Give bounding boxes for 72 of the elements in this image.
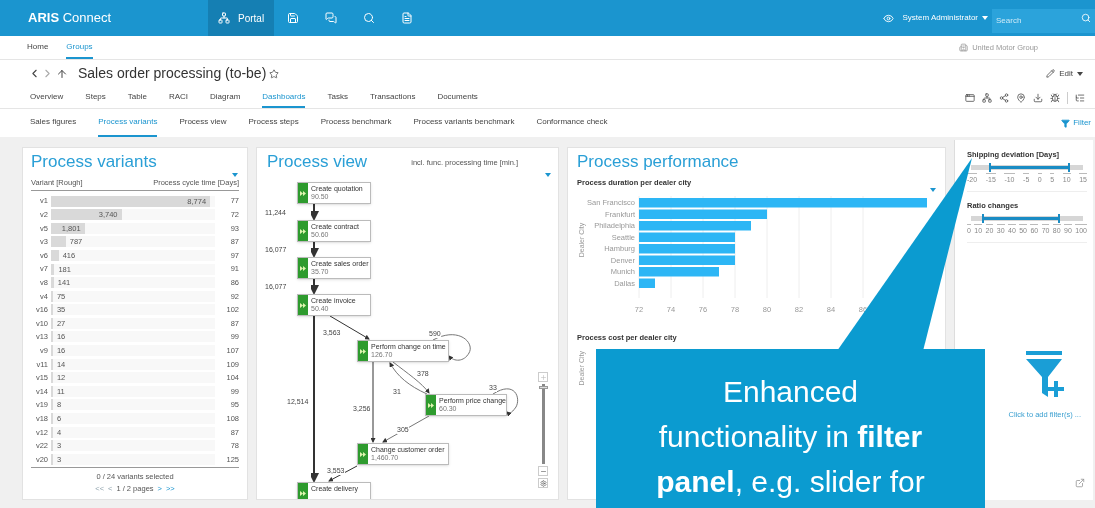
settings-icon xyxy=(539,479,547,487)
page-title: Sales order processing (to-be) xyxy=(78,64,267,83)
caret-icon xyxy=(982,16,988,20)
tab[interactable]: Tasks xyxy=(327,87,348,108)
zoom-slider[interactable] xyxy=(541,384,545,464)
filter-button[interactable]: Filter xyxy=(1061,109,1091,137)
breadcrumb-link[interactable]: Groups xyxy=(66,36,93,59)
fast-forward-icon xyxy=(428,402,434,408)
tab[interactable]: Process variants benchmark xyxy=(413,109,515,137)
callout-text: Enhanced functionality in filter panel, e.g. slider for xyxy=(655,374,926,500)
range-slider[interactable] xyxy=(971,216,1083,221)
plus-icon xyxy=(539,373,547,381)
search-icon xyxy=(1081,13,1091,23)
chat-icon xyxy=(325,12,338,24)
fast-forward-icon xyxy=(300,228,306,234)
building-icon xyxy=(959,43,969,52)
caret-icon xyxy=(1077,71,1083,76)
eye-icon xyxy=(883,12,895,24)
fast-forward-icon xyxy=(300,490,306,496)
window-icon[interactable] xyxy=(965,92,975,103)
edit-button[interactable]: Edit xyxy=(1046,67,1083,80)
bug-icon[interactable] xyxy=(1050,92,1060,103)
search-icon xyxy=(363,12,376,24)
tab[interactable]: Process view xyxy=(179,109,227,137)
tab[interactable]: Documents xyxy=(437,87,478,108)
tab[interactable]: Dashboards xyxy=(262,87,306,108)
portal-tab[interactable]: Portal xyxy=(208,0,275,36)
card-title: Process performance xyxy=(577,151,740,173)
slider-thumb[interactable] xyxy=(1058,214,1061,223)
tab[interactable]: Process steps xyxy=(248,109,299,137)
zoom-out-button[interactable] xyxy=(538,466,548,476)
slider-thumb[interactable] xyxy=(988,163,991,173)
card-title: Process view xyxy=(267,151,368,173)
zoom-thumb[interactable] xyxy=(538,386,548,390)
filter-icon xyxy=(1061,118,1071,128)
range-slider[interactable] xyxy=(971,165,1083,171)
fast-forward-icon xyxy=(360,451,366,457)
caret-icon xyxy=(232,173,238,177)
pencil-icon xyxy=(1046,69,1056,78)
tab[interactable]: Diagram xyxy=(210,87,241,108)
sitemap-icon xyxy=(218,12,230,24)
tab[interactable]: Overview xyxy=(30,87,64,108)
tab[interactable]: Sales figures xyxy=(30,109,77,137)
tree-icon[interactable] xyxy=(1075,92,1085,103)
document-icon xyxy=(401,12,414,24)
tab[interactable]: Table xyxy=(127,87,147,108)
tab[interactable]: Transactions xyxy=(369,87,416,108)
card-title: Process variants xyxy=(31,151,158,173)
tab[interactable]: Process benchmark xyxy=(320,109,392,137)
pin-icon[interactable] xyxy=(1016,92,1026,103)
caret-icon xyxy=(930,188,936,192)
slider-thumb[interactable] xyxy=(982,214,985,223)
settings-button[interactable] xyxy=(538,478,548,488)
share-icon[interactable] xyxy=(999,92,1009,103)
caret-icon xyxy=(545,173,551,177)
fast-forward-icon xyxy=(360,348,366,354)
breadcrumb-link[interactable]: Home xyxy=(27,36,49,59)
slider-thumb[interactable] xyxy=(1068,163,1071,173)
tab[interactable]: RACI xyxy=(168,87,189,108)
network-icon[interactable] xyxy=(982,92,992,103)
search-field[interactable]: Search xyxy=(992,8,1095,33)
funnel-plus-icon xyxy=(1023,350,1066,399)
fast-forward-icon xyxy=(300,302,306,308)
fast-forward-icon xyxy=(300,265,306,271)
up-arrow-icon[interactable] xyxy=(56,67,68,80)
tab[interactable]: Steps xyxy=(85,87,106,108)
download-icon[interactable] xyxy=(1033,92,1043,103)
fast-forward-icon xyxy=(300,190,306,196)
app-logo: ARIS Connect xyxy=(27,9,113,28)
tab[interactable]: Conformance check xyxy=(536,109,608,137)
external-link-icon[interactable] xyxy=(1075,478,1085,488)
star-icon[interactable] xyxy=(269,68,280,79)
